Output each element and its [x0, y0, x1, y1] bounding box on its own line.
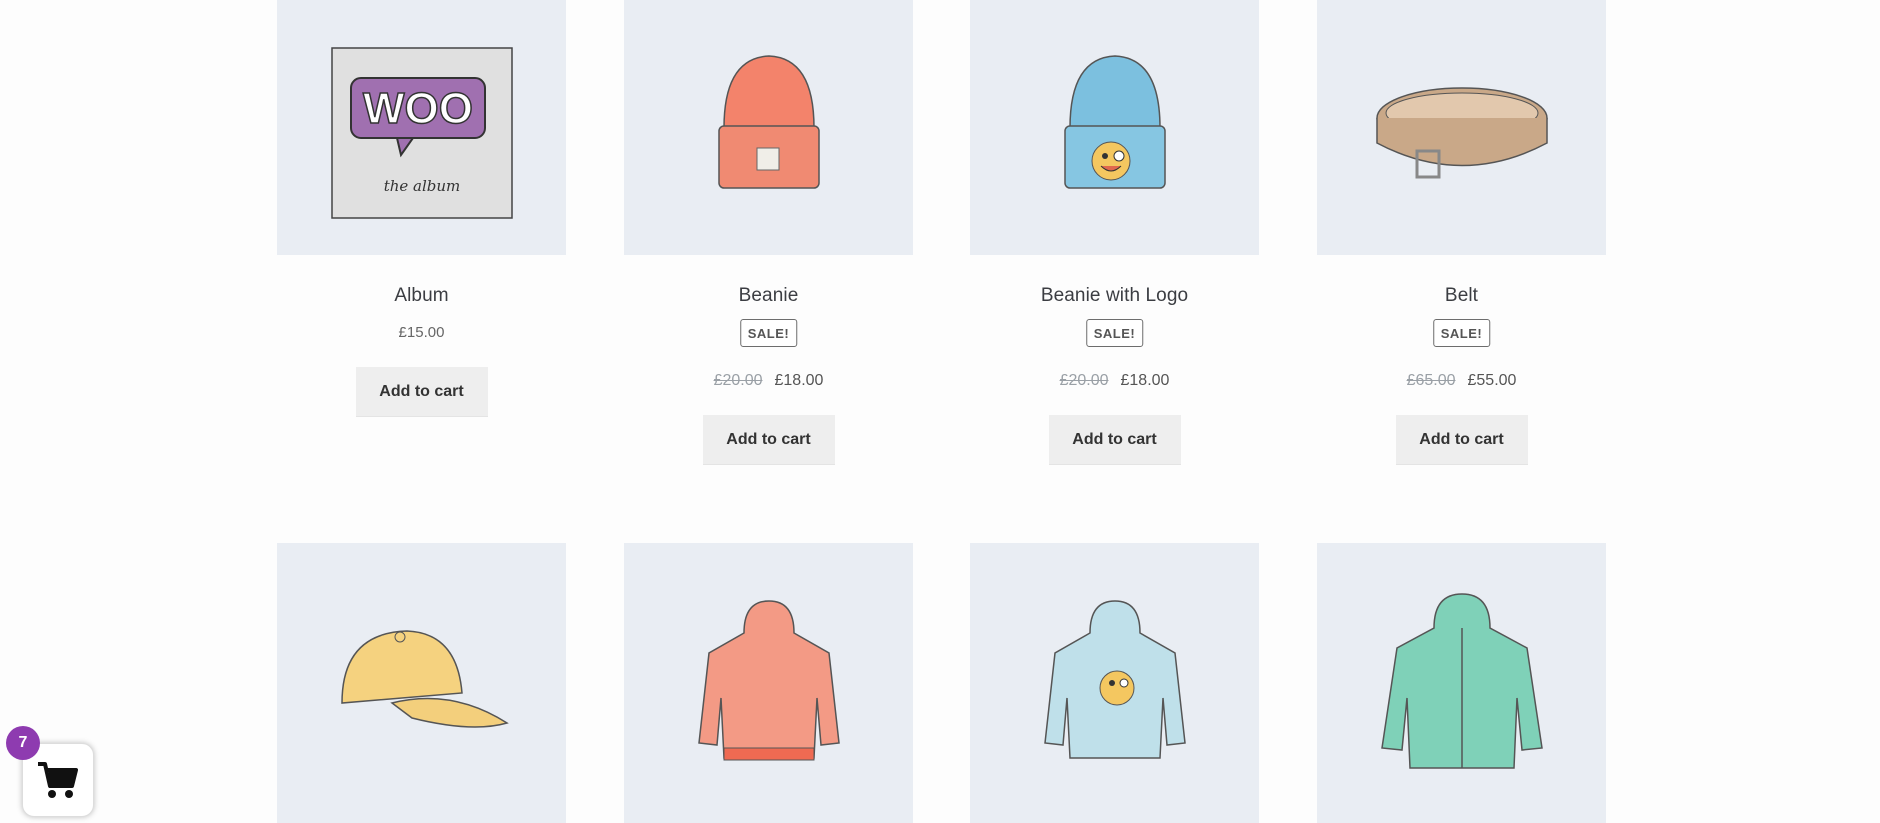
svg-text:WOO: WOO [363, 84, 473, 133]
sale-price: £18.00 [1120, 372, 1170, 389]
product-image-beanie[interactable] [624, 0, 913, 255]
product-image-hoodie[interactable] [624, 543, 913, 823]
original-price: £65.00 [1406, 372, 1456, 389]
product-price: £20.00 £18.00 [970, 372, 1259, 390]
product-image-cap[interactable] [277, 543, 566, 823]
product-price: £65.00 £55.00 [1317, 372, 1606, 390]
belt-icon [1375, 86, 1548, 178]
cap-icon [340, 630, 509, 728]
product-price: £20.00 £18.00 [624, 372, 913, 390]
add-to-cart-button[interactable]: Add to cart [1048, 415, 1181, 465]
cart-icon [38, 762, 78, 798]
beanie-icon [717, 54, 820, 189]
product-title[interactable]: Album [277, 285, 566, 307]
zip-hoodie-icon [1380, 593, 1543, 769]
add-to-cart-button[interactable]: Add to cart [702, 415, 835, 465]
sale-price: £18.00 [774, 372, 824, 389]
product-image-hoodie-with-logo[interactable] [970, 543, 1259, 823]
original-price: £20.00 [713, 372, 763, 389]
hoodie-icon [697, 600, 840, 761]
product-image-belt[interactable] [1317, 0, 1606, 255]
hoodie-logo-icon [1043, 600, 1186, 759]
product-price: £15.00 [398, 324, 445, 341]
product-image-album[interactable]: WOO the album [277, 0, 566, 255]
sale-price: £55.00 [1467, 372, 1517, 389]
add-to-cart-button[interactable]: Add to cart [355, 367, 488, 417]
product-image-hoodie-with-zipper[interactable] [1317, 543, 1606, 823]
beanie-logo-icon [1063, 54, 1166, 189]
svg-text:the album: the album [383, 177, 460, 195]
sale-badge: SALE! [739, 319, 798, 347]
cart-count-badge: 7 [6, 726, 40, 760]
product-title[interactable]: Beanie with Logo [970, 285, 1259, 307]
product-title[interactable]: Belt [1317, 285, 1606, 307]
sale-badge: SALE! [1432, 319, 1491, 347]
sale-badge: SALE! [1085, 319, 1144, 347]
original-price: £20.00 [1059, 372, 1109, 389]
product-title[interactable]: Beanie [624, 285, 913, 307]
add-to-cart-button[interactable]: Add to cart [1395, 415, 1528, 465]
product-image-beanie-with-logo[interactable] [970, 0, 1259, 255]
woo-album-icon: WOO the album [330, 46, 513, 219]
